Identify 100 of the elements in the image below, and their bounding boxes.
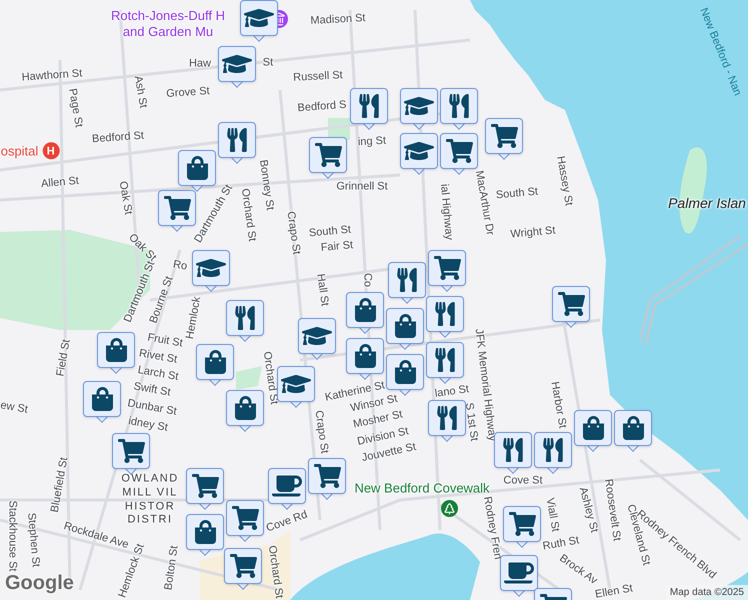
map-pin[interactable] — [226, 500, 264, 544]
street-label: South St — [308, 224, 352, 240]
map-pin[interactable] — [196, 344, 234, 388]
map-pin[interactable] — [614, 410, 652, 454]
shopping-cart-icon — [192, 474, 218, 498]
fork-knife-icon — [503, 438, 523, 462]
fork-knife-icon — [449, 94, 469, 118]
map-pin[interactable] — [240, 0, 278, 44]
street-label: Bolton St — [163, 545, 181, 591]
shopping-bag-icon — [106, 338, 126, 362]
shopping-bag-icon — [354, 344, 376, 368]
map-pin[interactable] — [426, 296, 464, 340]
hospital-label: ospital — [0, 142, 38, 160]
street-label: Hall St — [314, 273, 330, 307]
street-label: Bluefield St — [50, 456, 70, 514]
map-pin[interactable] — [500, 555, 538, 599]
graduation-cap-icon — [222, 52, 252, 76]
street-label: Dunbar St — [126, 398, 178, 418]
map-pin[interactable] — [426, 342, 464, 386]
shopping-cart-icon — [558, 292, 584, 316]
map-pin[interactable] — [388, 262, 426, 306]
map-pin[interactable] — [186, 514, 224, 558]
map-pin[interactable] — [534, 432, 572, 476]
street-label: Orchard St — [266, 544, 284, 600]
map-pin[interactable] — [400, 133, 438, 177]
street-label: Bonney St — [257, 159, 275, 211]
fork-knife-icon — [359, 94, 379, 118]
street-label: Wright St — [510, 226, 556, 240]
map-pin[interactable] — [400, 88, 438, 132]
shopping-bag-icon — [622, 416, 644, 440]
map-pin[interactable] — [218, 46, 256, 90]
map-pin[interactable] — [485, 118, 523, 162]
street-label: Ellen St — [594, 583, 634, 600]
street-label: Ro — [172, 259, 188, 273]
street-label: Madison St — [310, 13, 366, 27]
shopping-cart-icon — [314, 143, 342, 167]
map-pin[interactable] — [178, 150, 216, 194]
shopping-cart-icon — [508, 512, 536, 536]
map-pin[interactable] — [440, 133, 478, 177]
map-pin[interactable] — [574, 410, 612, 454]
map-pin[interactable] — [346, 292, 384, 336]
coffee-cup-icon — [504, 561, 534, 585]
street-label: Ash St — [132, 75, 148, 109]
street-label: Hawthorn St — [21, 68, 83, 84]
map-pin[interactable] — [218, 122, 256, 166]
street-label: Hemlock — [184, 296, 204, 340]
map-pin[interactable] — [298, 318, 336, 362]
street-label: Roosevelt St — [602, 478, 622, 542]
street-label: Allen St — [40, 176, 80, 190]
street-label: Orchard St — [238, 188, 258, 242]
street-label: Fruit St — [146, 332, 184, 350]
map-pin[interactable] — [158, 190, 196, 234]
park-icon — [441, 500, 458, 517]
street-label: Cove Rd — [265, 510, 309, 534]
fork-knife-icon — [227, 128, 247, 152]
island-label: Palmer Islan — [668, 196, 746, 210]
graduation-cap-icon — [244, 6, 274, 30]
map-pin[interactable] — [386, 308, 424, 352]
fork-knife-icon — [543, 438, 563, 462]
fork-knife-icon — [435, 302, 455, 326]
map-pin[interactable] — [503, 506, 541, 550]
street-label: Stephen St — [25, 512, 41, 568]
map-pin[interactable] — [226, 300, 264, 344]
street-label: Bedford S — [297, 100, 347, 114]
street-label: ial Highway — [438, 184, 454, 240]
street-label: Oak St — [116, 180, 134, 216]
map-pin[interactable] — [350, 88, 388, 132]
shopping-cart-icon — [232, 506, 258, 530]
map-pin[interactable] — [186, 468, 224, 512]
fork-knife-icon — [437, 406, 457, 430]
street-label: St — [262, 58, 274, 68]
hospital-badge: H — [42, 142, 60, 160]
map-pin[interactable] — [428, 400, 466, 444]
shopping-cart-icon — [446, 139, 472, 163]
street-label: Bedford St — [92, 130, 144, 146]
map-pin[interactable] — [192, 250, 230, 294]
map-pin[interactable] — [226, 390, 264, 434]
street-label: Cove St — [503, 476, 543, 486]
street-label: ew St — [0, 400, 28, 416]
map-pin[interactable] — [97, 332, 135, 376]
map-pin[interactable] — [428, 250, 466, 294]
coffee-cup-icon — [272, 474, 302, 498]
map-pin[interactable] — [440, 88, 478, 132]
map-pin[interactable] — [277, 366, 315, 410]
map-pin[interactable] — [346, 338, 384, 382]
graduation-cap-icon — [196, 256, 226, 280]
map-pin[interactable] — [308, 458, 346, 502]
street-label: lano St — [434, 384, 470, 400]
map-pin[interactable] — [309, 137, 347, 181]
street-label: Rodney Fren — [481, 496, 503, 560]
map-pin[interactable] — [552, 286, 590, 330]
street-label: Grove St — [166, 86, 210, 100]
street-label: South St — [496, 186, 538, 202]
shopping-cart-icon — [164, 196, 190, 220]
street-label: Grinnell St — [336, 182, 388, 192]
street-label: S 1st St — [462, 402, 480, 442]
street-label: Rivet St — [138, 348, 178, 366]
map-pin[interactable] — [224, 548, 262, 592]
map-pin[interactable] — [83, 381, 121, 425]
map-pin[interactable] — [494, 432, 532, 476]
